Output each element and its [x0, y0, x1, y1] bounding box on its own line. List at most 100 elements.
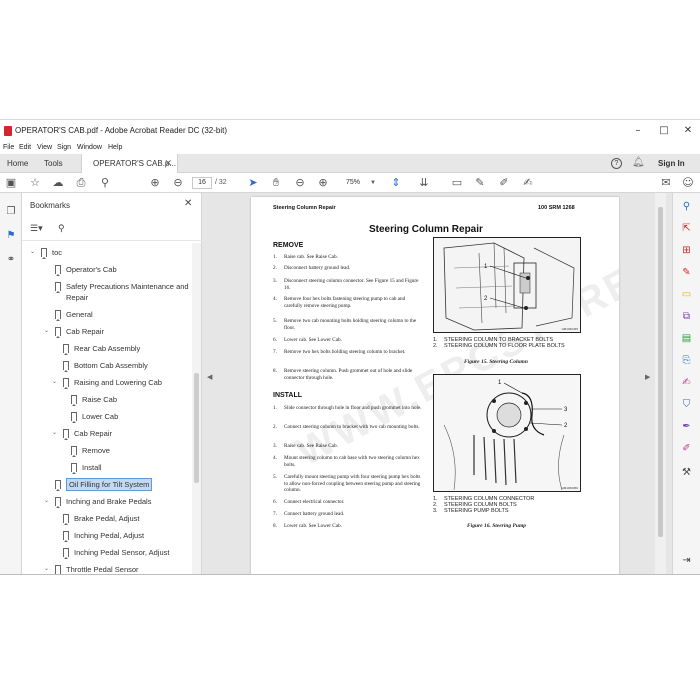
- attachments-icon[interactable]: ⚭: [4, 253, 18, 267]
- figure-15-image: 1 2 HM1062345: [433, 237, 581, 333]
- collapse-left-panel-icon[interactable]: ◀: [207, 373, 212, 381]
- close-tab-icon[interactable]: ✕: [164, 154, 172, 173]
- previous-page-icon[interactable]: ⊕: [147, 175, 163, 191]
- scan-ocr-icon[interactable]: ⎘: [679, 353, 694, 368]
- page-header-left: Steering Column Repair: [273, 205, 336, 211]
- menu-sign[interactable]: Sign: [57, 142, 71, 154]
- edit-pdf-icon[interactable]: ✎: [679, 265, 694, 280]
- select-cursor-icon[interactable]: ➤: [245, 175, 261, 191]
- legend-number: 2.: [433, 343, 438, 349]
- bookmark-label: toc: [52, 248, 63, 257]
- upload-cloud-icon[interactable]: ☁: [50, 175, 66, 191]
- print-icon[interactable]: ⎙: [73, 175, 89, 191]
- request-signature-icon[interactable]: ✒: [679, 419, 694, 434]
- mail-icon[interactable]: ✉: [658, 175, 674, 191]
- options-menu-icon[interactable]: ☰▾: [30, 222, 48, 234]
- maximize-button[interactable]: □: [652, 123, 676, 139]
- document-scroll-thumb[interactable]: [658, 207, 663, 537]
- step-text: Carefully mount steering pump with four …: [284, 474, 421, 494]
- fill-sign-tool-icon[interactable]: ✍: [679, 375, 694, 390]
- bookmark-label: Oil Filling for Tilt System: [66, 478, 153, 491]
- step-text: Disconnect steering column connector. Se…: [284, 278, 419, 291]
- next-page-icon[interactable]: ⊖: [170, 175, 186, 191]
- bookmark-icon: [41, 248, 47, 259]
- legend-text: STEERING COLUMN TO FLOOR PLATE BOLTS: [444, 343, 565, 349]
- help-icon[interactable]: ?: [611, 158, 622, 169]
- menu-view[interactable]: View: [37, 142, 52, 154]
- bookmark-icon: [55, 480, 61, 491]
- expand-toggle-icon[interactable]: ⌄: [52, 429, 60, 438]
- step-text: Slide connector through hole in floor an…: [284, 405, 422, 411]
- more-tools-icon[interactable]: ⚒: [679, 465, 694, 480]
- tab-document[interactable]: OPERATOR'S CAB.p... ✕: [81, 154, 178, 173]
- step-number: 2.: [273, 424, 277, 430]
- minimize-button[interactable]: –: [626, 123, 650, 139]
- expand-toggle-icon[interactable]: ⌄: [30, 248, 38, 257]
- step-number: 1.: [273, 254, 277, 260]
- steering-pump-drawing: 1 2 3: [434, 375, 580, 491]
- menu-window[interactable]: Window: [77, 142, 102, 154]
- bookmark-icon: [55, 282, 61, 293]
- close-panel-icon[interactable]: ✕: [184, 198, 192, 209]
- close-window-button[interactable]: ✕: [676, 123, 700, 139]
- fig15-legend: 1. STEERING COLUMN TO BRACKET BOLTS 2. STE…: [433, 337, 565, 349]
- step-number: 7.: [273, 349, 277, 355]
- save-icon[interactable]: ▣: [3, 175, 19, 191]
- collapse-tools-icon[interactable]: ⇥: [679, 553, 694, 568]
- step-number: 3.: [273, 443, 277, 449]
- zoom-in-icon[interactable]: ⊕: [315, 175, 331, 191]
- search-tool-icon[interactable]: ⚲: [679, 199, 694, 214]
- sign-in-button[interactable]: Sign In: [658, 154, 685, 173]
- bookmarks-panel-icon[interactable]: ⚑: [4, 229, 18, 243]
- fit-page-icon[interactable]: ⇕: [388, 175, 404, 191]
- send-for-review-icon[interactable]: ✐: [679, 441, 694, 456]
- menu-edit[interactable]: Edit: [19, 142, 31, 154]
- page-thumbnails-icon[interactable]: ❐: [4, 205, 18, 219]
- fig16-legend: 1. STEERING COLUMN CONNECTOR 2. STEERING C…: [433, 496, 534, 514]
- share-user-icon[interactable]: ☺: [680, 175, 696, 191]
- comment-tool-icon[interactable]: ▭: [679, 287, 694, 302]
- bookmark-star-icon[interactable]: ☆: [27, 175, 43, 191]
- protect-icon[interactable]: ⛉: [679, 397, 694, 412]
- export-pdf-icon[interactable]: ⇱: [679, 221, 694, 236]
- bookmark-icon: [63, 548, 69, 559]
- menu-help[interactable]: Help: [108, 142, 122, 154]
- step-number: 2.: [273, 265, 277, 271]
- expand-toggle-icon[interactable]: ⌄: [44, 497, 52, 506]
- step-text: Raise cab. See Raise Cab.: [284, 443, 338, 449]
- legend-text: STEERING PUMP BOLTS: [444, 508, 509, 514]
- draw-icon[interactable]: ✐: [496, 175, 512, 191]
- comment-icon[interactable]: ▭: [449, 175, 465, 191]
- bookmarks-scroll-thumb[interactable]: [194, 373, 199, 483]
- remove-heading: REMOVE: [273, 242, 304, 249]
- organize-pages-icon[interactable]: ▤: [679, 331, 694, 346]
- page-number-input[interactable]: 16: [192, 177, 212, 189]
- steering-column-drawing: 1 2: [434, 238, 580, 332]
- find-bookmark-icon[interactable]: ⚲: [58, 222, 72, 234]
- highlight-pen-icon[interactable]: ✎: [472, 175, 488, 191]
- search-icon[interactable]: ⚲: [97, 175, 113, 191]
- install-heading: INSTALL: [273, 392, 303, 399]
- fill-sign-icon[interactable]: ✍: [520, 175, 536, 191]
- zoom-out-icon[interactable]: ⊖: [292, 175, 308, 191]
- hand-tool-icon[interactable]: ✋︎: [268, 175, 284, 191]
- menu-file[interactable]: File: [3, 142, 14, 154]
- scroll-mode-icon[interactable]: ⇊: [416, 175, 432, 191]
- tab-home[interactable]: Home: [7, 154, 28, 173]
- page-title: Steering Column Repair: [369, 224, 483, 235]
- collapse-right-panel-icon[interactable]: ▶: [645, 373, 650, 381]
- expand-toggle-icon[interactable]: ⌄: [44, 327, 52, 336]
- fig15-caption: Figure 15. Steering Column: [464, 359, 528, 365]
- combine-files-icon[interactable]: ⧉: [679, 309, 694, 324]
- fig16-caption: Figure 16. Steering Pump: [467, 523, 526, 529]
- create-pdf-icon[interactable]: ⊞: [679, 243, 694, 258]
- notification-bell-icon[interactable]: 🔔︎: [632, 157, 645, 168]
- expand-toggle-icon[interactable]: ⌄: [52, 378, 60, 387]
- tab-tools[interactable]: Tools: [44, 154, 63, 173]
- step-number: 8.: [273, 368, 277, 374]
- bookmark-label: Cab Repair: [66, 327, 104, 336]
- expand-toggle-icon[interactable]: ⌄: [44, 565, 52, 574]
- zoom-dropdown-icon[interactable]: ▼: [370, 177, 376, 189]
- toolbar: ▣ ☆ ☁ ⎙ ⚲ ⊕ ⊖ 16 / 32 ➤ ✋︎ ⊖ ⊕ 75% ▼ ⇕ ⇊…: [0, 173, 700, 193]
- menu-bar: File Edit View Sign Window Help: [0, 142, 700, 154]
